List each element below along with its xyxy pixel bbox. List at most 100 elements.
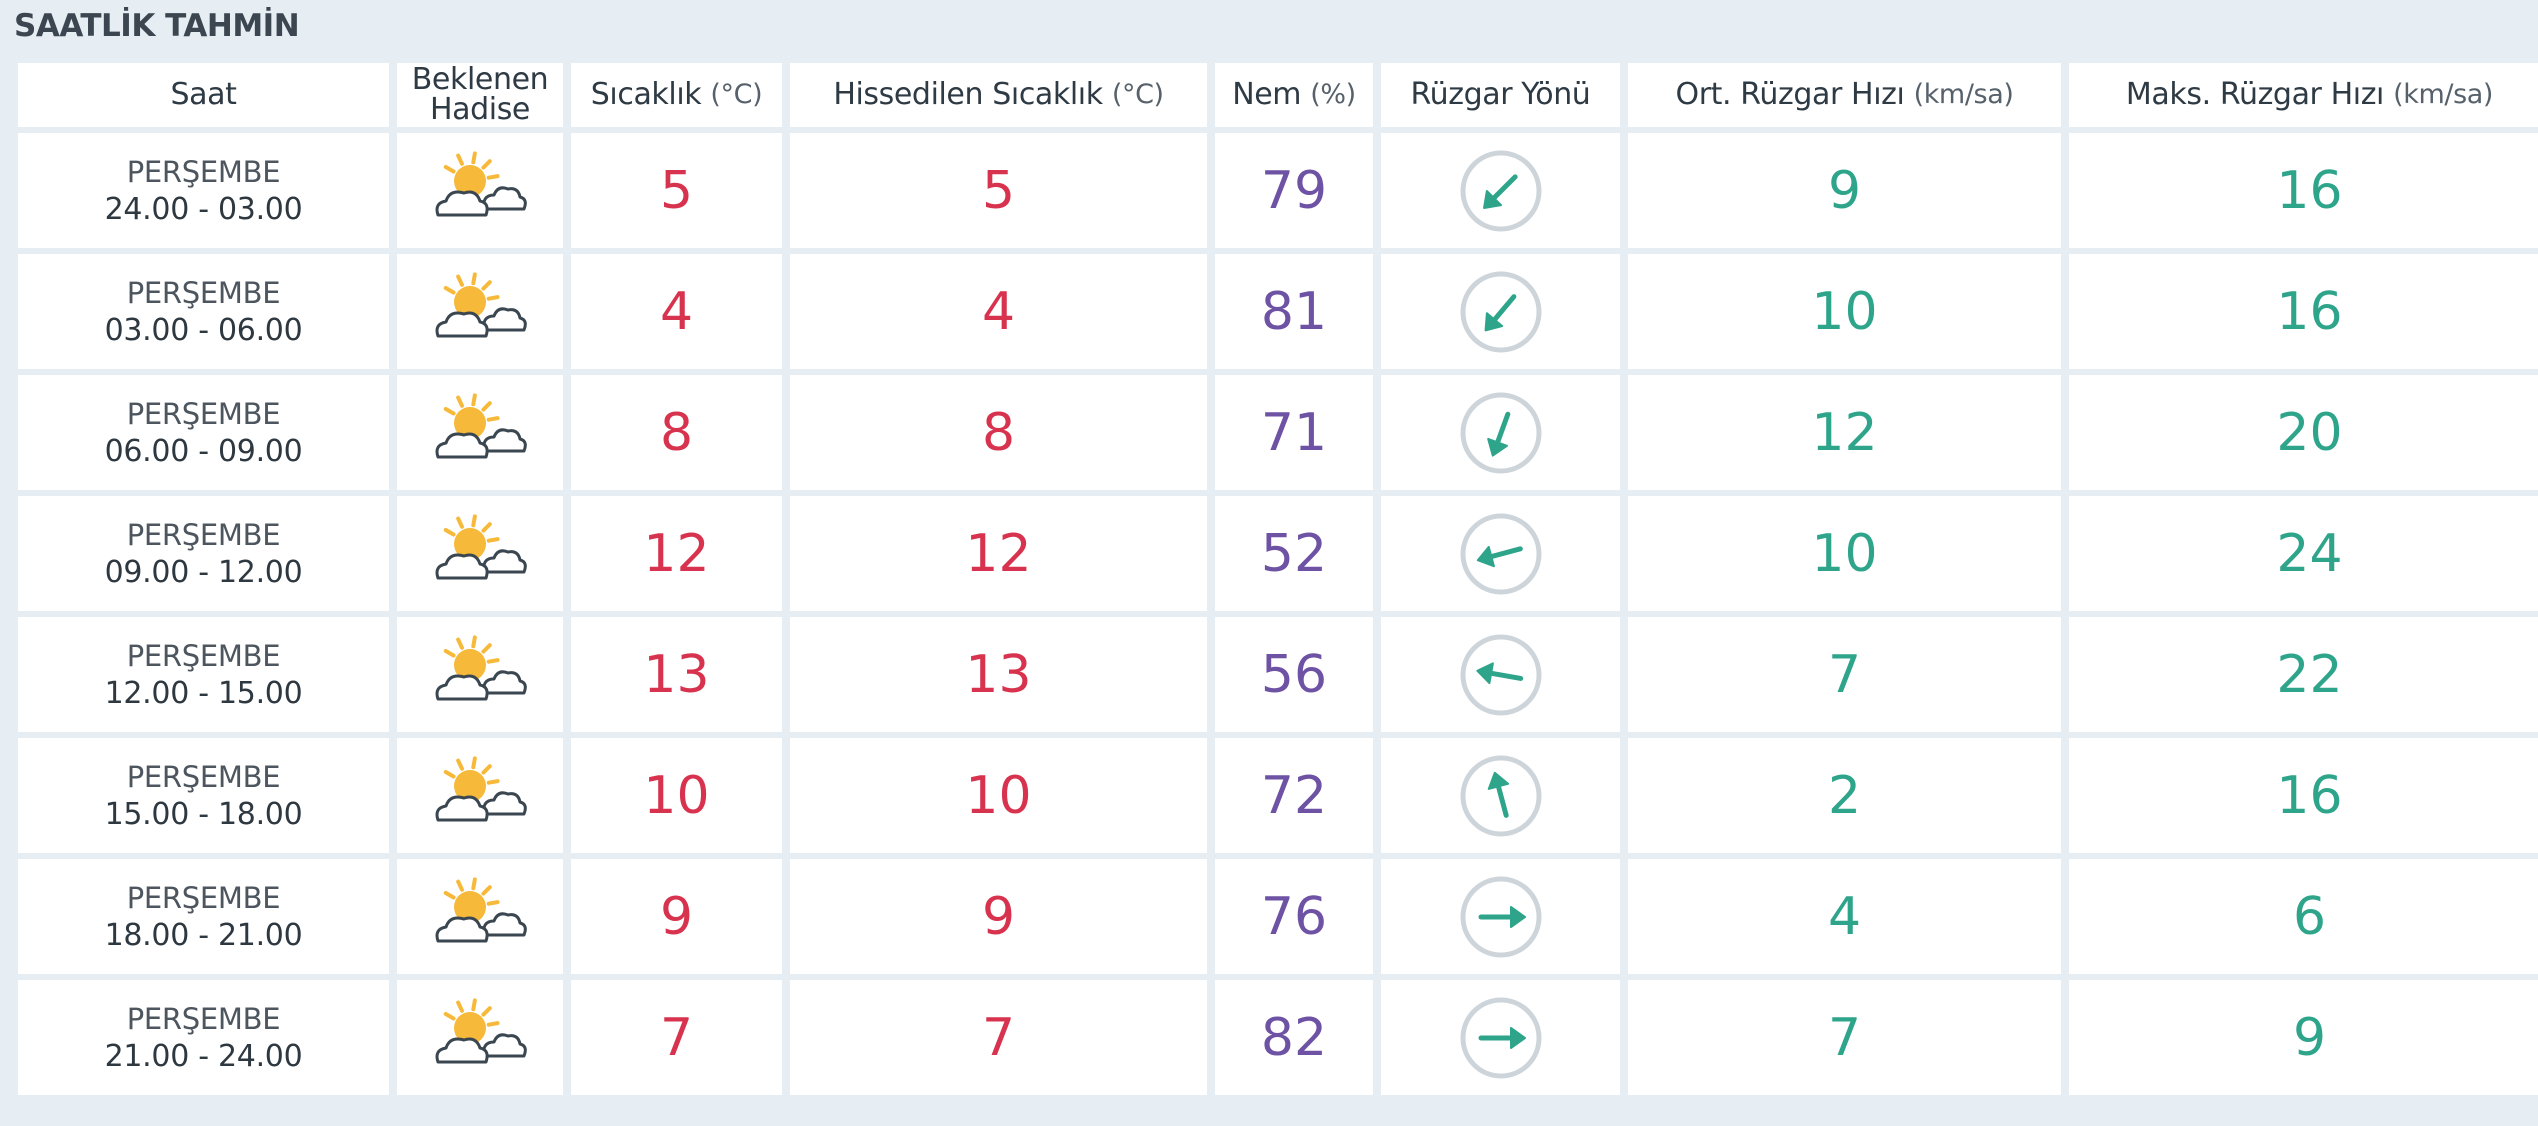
weather-cell [397,375,563,490]
feels-like-value: 8 [981,402,1016,463]
avg-wind-value: 2 [1827,765,1862,826]
weather-cell [397,496,563,611]
header-ort-ruzgar: Ort. Rüzgar Hızı (km/sa) [1628,63,2061,127]
humidity-cell: 56 [1215,617,1373,732]
time-range-label: 24.00 - 03.00 [104,191,303,227]
temperature-cell: 4 [571,254,782,369]
wind-direction-cell [1381,133,1620,248]
header-hissedilen-unit: (°C) [1111,79,1164,110]
max-wind-value: 20 [2276,402,2343,463]
header-saat: Saat [18,63,389,127]
temperature-value: 8 [659,402,694,463]
humidity-value: 52 [1260,523,1328,584]
partly-cloudy-icon [435,755,527,821]
humidity-cell: 76 [1215,859,1373,974]
time-cell: PERŞEMBE 21.00 - 24.00 [18,980,389,1095]
max-wind-cell: 9 [2069,980,2538,1095]
partly-cloudy-icon [435,997,527,1063]
wind-direction-cell [1381,980,1620,1095]
wind-direction-arrow-icon [1460,997,1541,1078]
wind-direction-cell [1381,738,1620,853]
header-ort-ruzgar-label: Ort. Rüzgar Hızı [1675,77,1905,112]
avg-wind-cell: 7 [1628,980,2061,1095]
header-maks-ruzgar-label: Maks. Rüzgar Hızı [2125,77,2384,112]
max-wind-value: 16 [2276,281,2343,342]
temperature-cell: 7 [571,980,782,1095]
temperature-value: 12 [643,523,710,584]
day-label: PERŞEMBE [126,1001,281,1036]
header-nem-label: Nem [1232,77,1302,112]
humidity-value: 56 [1260,644,1328,705]
wind-direction-cell [1381,859,1620,974]
wind-direction-cell [1381,496,1620,611]
humidity-cell: 82 [1215,980,1373,1095]
time-cell: PERŞEMBE 06.00 - 09.00 [18,375,389,490]
max-wind-cell: 16 [2069,254,2538,369]
max-wind-value: 9 [2292,1007,2327,1068]
header-ruzgar-yonu: Rüzgar Yönü [1381,63,1620,127]
header-maks-ruzgar-unit: (km/sa) [2393,79,2494,110]
feels-like-cell: 10 [790,738,1207,853]
header-nem: Nem (%) [1215,63,1373,127]
day-label: PERŞEMBE [126,517,281,552]
time-cell: PERŞEMBE 12.00 - 15.00 [18,617,389,732]
max-wind-value: 24 [2276,523,2343,584]
partly-cloudy-icon [435,392,527,458]
day-label: PERŞEMBE [126,275,281,310]
avg-wind-value: 7 [1827,644,1862,705]
header-hadise-line2: Hadise [429,92,530,127]
day-label: PERŞEMBE [126,880,281,915]
avg-wind-cell: 10 [1628,254,2061,369]
header-hadise-line1: Beklenen [411,62,549,97]
panel-title: SAATLİK TAHMİN [14,8,300,44]
humidity-cell: 81 [1215,254,1373,369]
temperature-cell: 9 [571,859,782,974]
wind-direction-arrow-icon [1460,392,1541,473]
weather-cell [397,738,563,853]
feels-like-cell: 12 [790,496,1207,611]
temperature-value: 13 [643,644,710,705]
time-range-label: 18.00 - 21.00 [104,917,303,953]
avg-wind-value: 10 [1811,281,1878,342]
time-range-label: 09.00 - 12.00 [104,554,303,590]
temperature-cell: 10 [571,738,782,853]
humidity-value: 72 [1260,765,1328,826]
max-wind-cell: 22 [2069,617,2538,732]
avg-wind-cell: 2 [1628,738,2061,853]
avg-wind-value: 10 [1811,523,1878,584]
feels-like-value: 10 [965,765,1032,826]
wind-direction-arrow-icon [1460,876,1541,957]
temperature-value: 4 [659,281,694,342]
time-range-label: 12.00 - 15.00 [104,675,303,711]
header-ort-ruzgar-unit: (km/sa) [1913,79,2014,110]
avg-wind-value: 7 [1827,1007,1862,1068]
humidity-value: 76 [1260,886,1328,947]
humidity-value: 81 [1260,281,1328,342]
humidity-cell: 79 [1215,133,1373,248]
header-sicaklik: Sıcaklık (°C) [571,63,782,127]
header-ruzgar-yonu-label: Rüzgar Yönü [1410,77,1591,112]
partly-cloudy-icon [435,876,527,942]
hourly-forecast-table: Saat Beklenen Hadise Sıcaklık (°C) Hisse… [18,62,2538,1095]
max-wind-cell: 20 [2069,375,2538,490]
partly-cloudy-icon [435,513,527,579]
avg-wind-cell: 4 [1628,859,2061,974]
temperature-value: 7 [659,1007,694,1068]
avg-wind-cell: 7 [1628,617,2061,732]
avg-wind-cell: 10 [1628,496,2061,611]
humidity-value: 79 [1260,160,1328,221]
partly-cloudy-icon [435,150,527,216]
feels-like-cell: 5 [790,133,1207,248]
header-saat-label: Saat [170,77,237,112]
temperature-value: 5 [659,160,694,221]
temperature-value: 10 [643,765,710,826]
weather-cell [397,254,563,369]
feels-like-cell: 13 [790,617,1207,732]
time-range-label: 06.00 - 09.00 [104,433,303,469]
wind-direction-arrow-icon [1460,150,1541,231]
temperature-cell: 12 [571,496,782,611]
avg-wind-value: 4 [1827,886,1862,947]
header-hissedilen-label: Hissedilen Sıcaklık [833,77,1103,112]
time-cell: PERŞEMBE 18.00 - 21.00 [18,859,389,974]
feels-like-value: 7 [981,1007,1016,1068]
